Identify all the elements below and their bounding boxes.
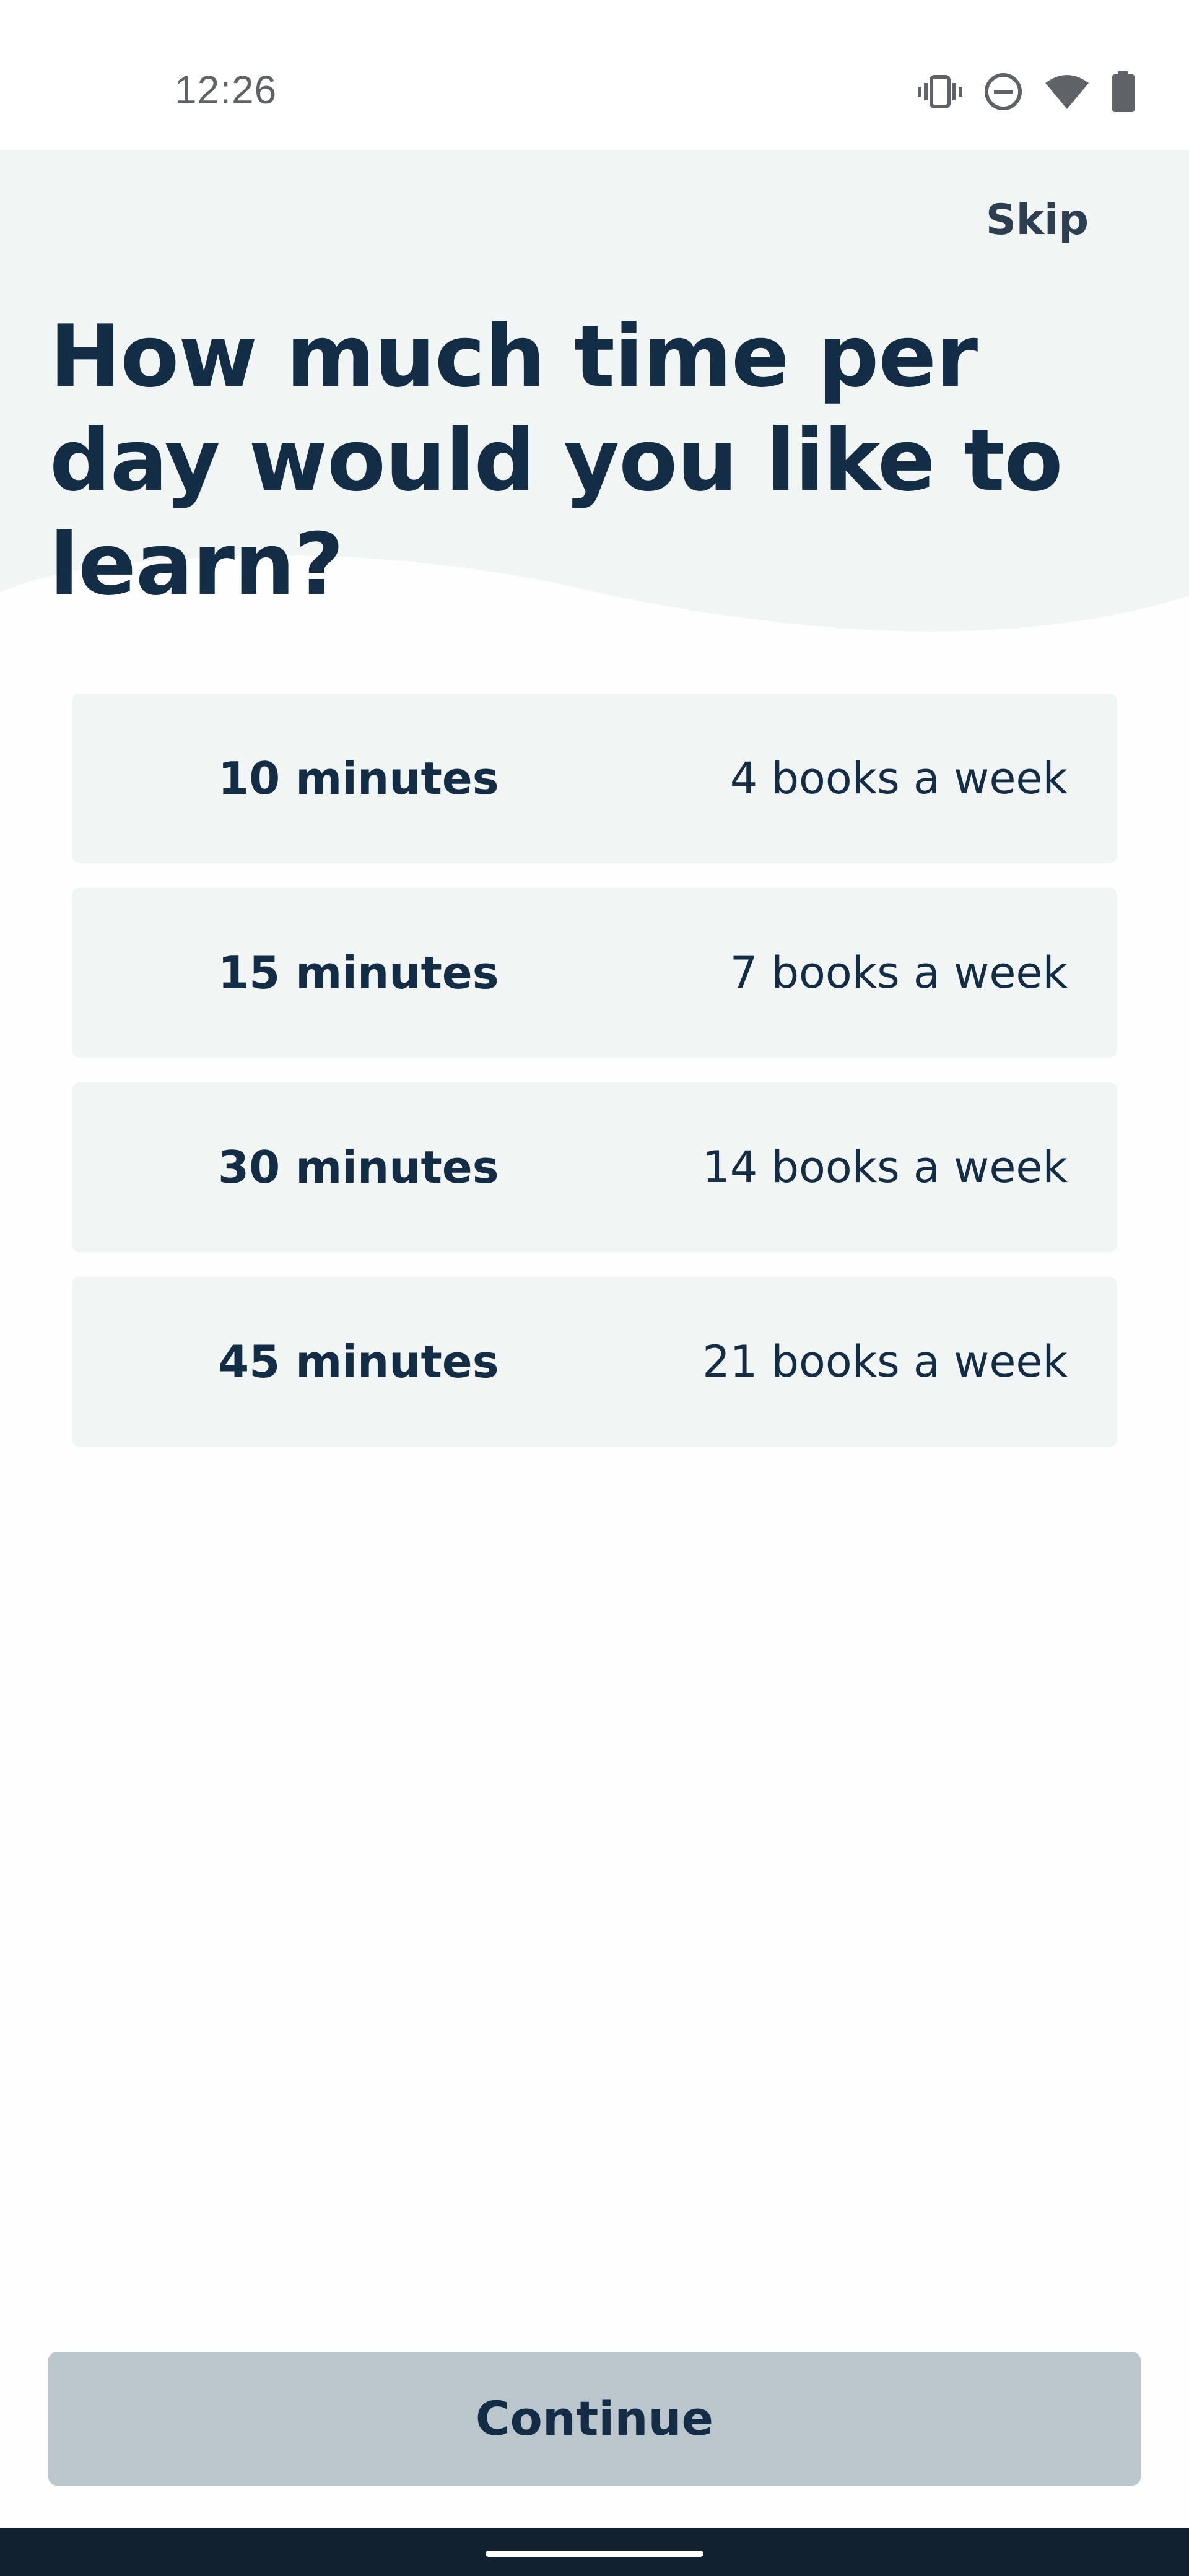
page-title: How much time per day would you like to … xyxy=(50,307,1063,614)
skip-button[interactable]: Skip xyxy=(986,196,1089,245)
navigation-bar xyxy=(0,2528,1189,2576)
continue-button[interactable]: Continue xyxy=(48,2352,1141,2486)
option-10-minutes[interactable]: 10 minutes 4 books a week xyxy=(72,694,1117,863)
option-time-label: 10 minutes xyxy=(218,752,499,804)
option-45-minutes[interactable]: 45 minutes 21 books a week xyxy=(72,1277,1117,1447)
option-books-label: 7 books a week xyxy=(730,947,1068,998)
option-30-minutes[interactable]: 30 minutes 14 books a week xyxy=(72,1082,1117,1252)
option-time-label: 15 minutes xyxy=(218,947,499,999)
home-gesture-handle[interactable] xyxy=(486,2551,703,2557)
wifi-icon xyxy=(1044,73,1090,110)
vibrate-icon xyxy=(918,73,962,110)
option-books-label: 21 books a week xyxy=(702,1336,1068,1387)
option-books-label: 4 books a week xyxy=(730,753,1068,804)
time-options-list: 10 minutes 4 books a week 15 minutes 7 b… xyxy=(72,694,1117,1471)
option-time-label: 45 minutes xyxy=(218,1336,499,1388)
option-time-label: 30 minutes xyxy=(218,1141,499,1193)
option-15-minutes[interactable]: 15 minutes 7 books a week xyxy=(72,888,1117,1058)
status-bar: 12:26 xyxy=(0,0,1189,150)
status-icons xyxy=(918,69,1136,114)
onboarding-screen: 12:26 Skip How much time per day would y… xyxy=(0,0,1189,2576)
do-not-disturb-icon xyxy=(983,72,1023,111)
battery-icon xyxy=(1111,71,1136,112)
option-books-label: 14 books a week xyxy=(702,1142,1068,1193)
status-time: 12:26 xyxy=(175,67,277,112)
